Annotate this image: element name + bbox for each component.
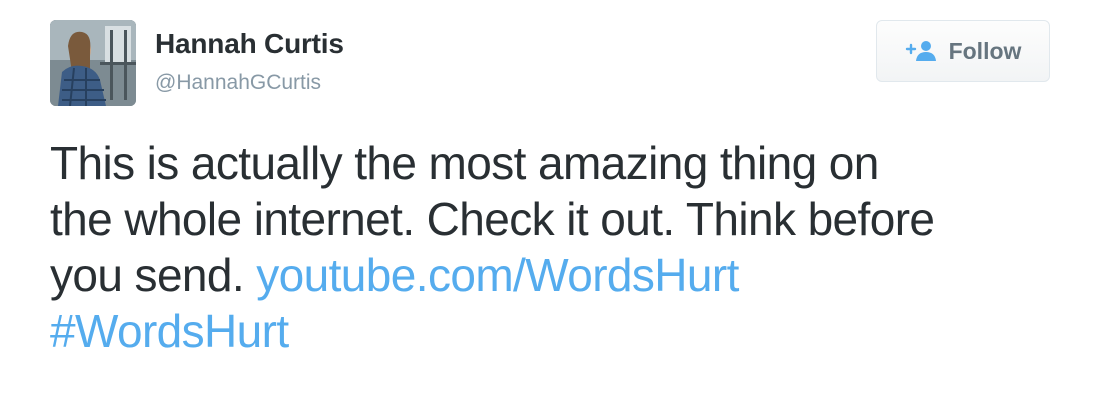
follow-button[interactable]: Follow — [876, 20, 1050, 82]
user-display-name[interactable]: Hannah Curtis — [155, 28, 344, 60]
tweet-text-line: you send. youtube.com/WordsHurt — [50, 247, 1060, 303]
tweet-card: Hannah Curtis @HannahGCurtis Follow This… — [0, 0, 1100, 400]
tweet-text-line: This is actually the most amazing thing … — [50, 137, 879, 189]
tweet-hashtag-line: #WordsHurt — [50, 303, 1060, 359]
tweet-text-fragment: you send. — [50, 249, 257, 301]
user-handle[interactable]: @HannahGCurtis — [155, 71, 321, 95]
avatar[interactable] — [50, 20, 136, 106]
tweet-text-line: the whole internet. Check it out. Think … — [50, 193, 935, 245]
tweet-text: This is actually the most amazing thing … — [50, 135, 1060, 359]
hashtag-link[interactable]: #WordsHurt — [50, 305, 289, 357]
follow-button-label: Follow — [948, 37, 1022, 64]
youtube-link[interactable]: youtube.com/WordsHurt — [256, 249, 739, 301]
add-user-icon — [905, 40, 939, 62]
